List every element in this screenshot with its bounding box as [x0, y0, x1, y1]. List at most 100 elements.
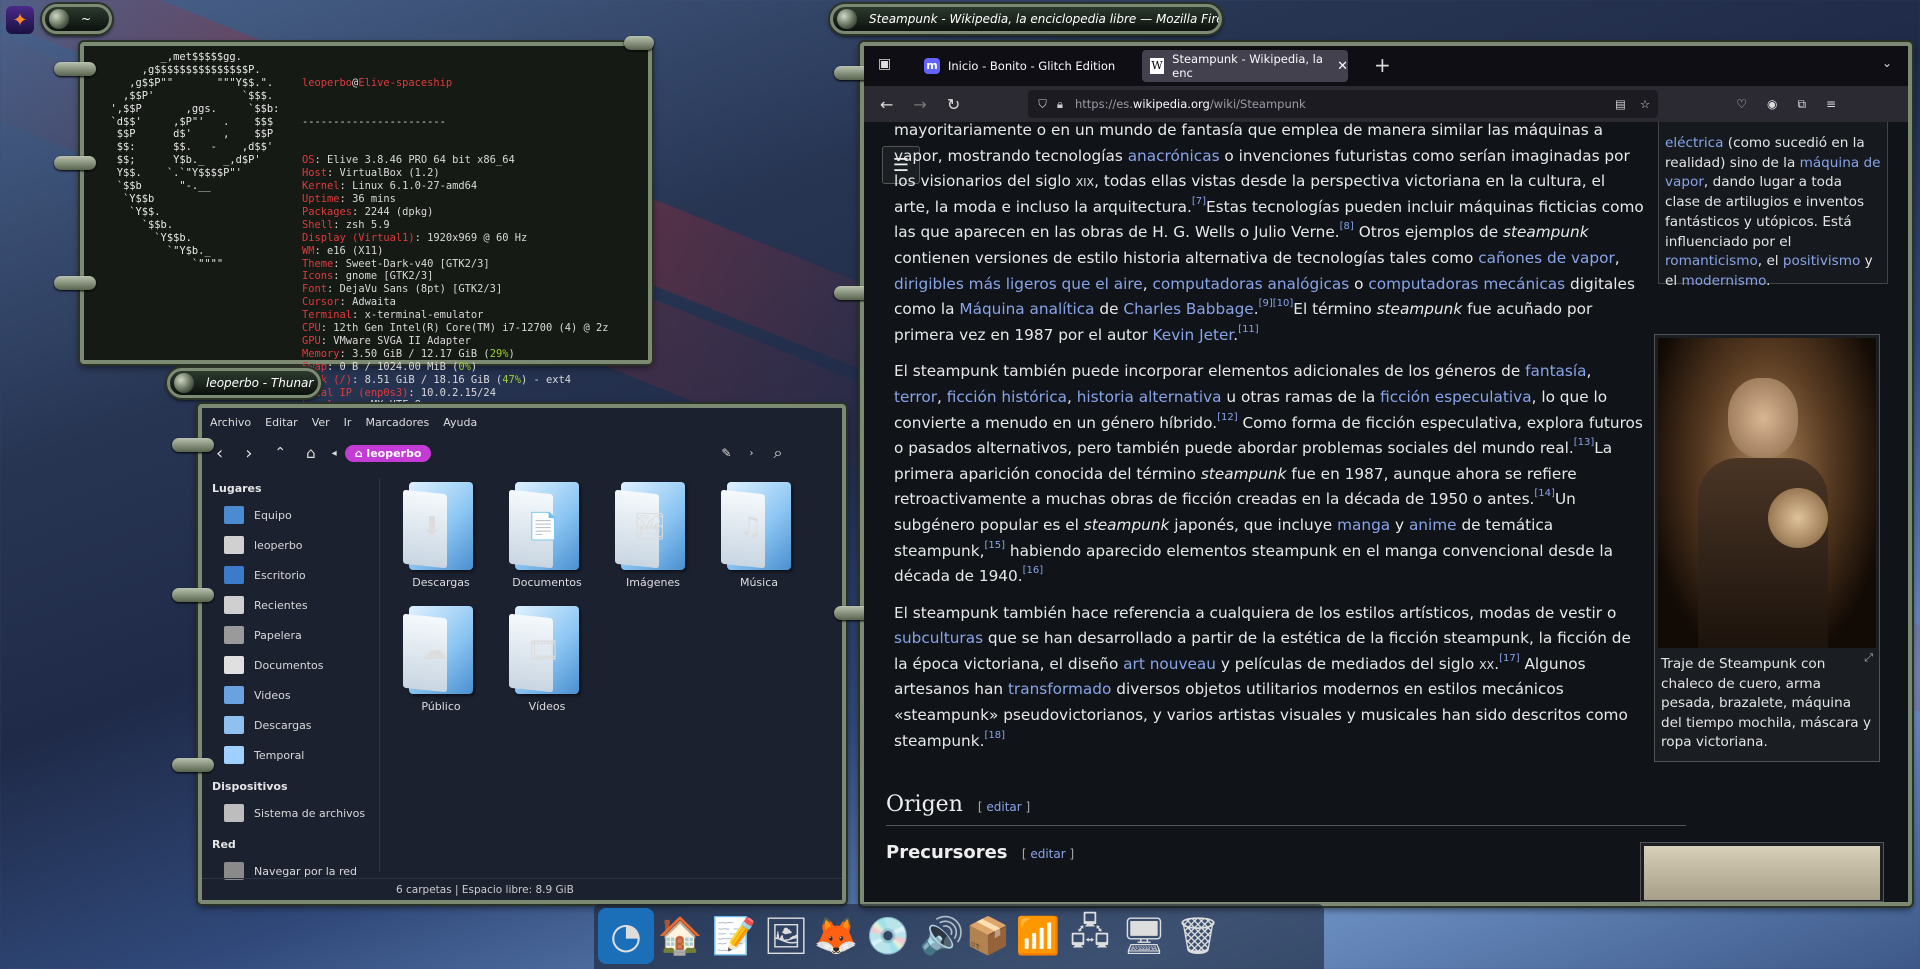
menu-editar[interactable]: Editar [265, 416, 298, 429]
link-manga[interactable]: manga [1337, 516, 1390, 534]
path-right-icon[interactable]: › [749, 448, 753, 459]
place-icon [224, 626, 244, 644]
link-kevin-jeter[interactable]: Kevin Jeter [1153, 326, 1234, 344]
sidebar-item-leoperbo[interactable]: leoperbo [202, 530, 379, 560]
trash-dock-icon[interactable]: 🗑 [1170, 908, 1226, 964]
steampunk-costume-image[interactable] [1658, 338, 1876, 648]
infobox-link[interactable]: positivismo [1783, 253, 1860, 269]
images-dock-icon[interactable]: 🖼 [758, 908, 814, 964]
link-historia-alternativa[interactable]: historia alternativa [1077, 388, 1222, 406]
link-maquina-analitica[interactable]: Máquina analítica [959, 300, 1094, 318]
elive-menu-icon[interactable]: ✦ [6, 6, 34, 34]
firefox-dock-icon[interactable]: 🦊 [808, 908, 864, 964]
forward-icon[interactable]: › [245, 443, 252, 464]
back-icon[interactable]: ← [880, 95, 893, 114]
place-icon [224, 716, 244, 734]
pocket-icon[interactable]: ♡ [1736, 97, 1747, 111]
back-icon[interactable]: ‹ [216, 443, 223, 464]
sidebar-item-descargas[interactable]: Descargas [202, 710, 379, 740]
close-tab-icon[interactable]: ✕ [1337, 59, 1348, 74]
elive-dock-icon[interactable]: ◔ [598, 908, 654, 964]
url-bar[interactable]: ⛉ 🔒︎ https://es. wikipedia.org/wiki/Steam… [1028, 90, 1659, 118]
list-tabs-icon[interactable]: ⌄ [1882, 56, 1892, 70]
link-transformado[interactable]: transformado [1008, 680, 1111, 698]
sidebar-item-recientes[interactable]: Recientes [202, 590, 379, 620]
firefox-title-bar[interactable]: Steampunk - Wikipedia, la enciclopedia l… [830, 4, 1222, 34]
terminal-window[interactable]: _,met$$$$$gg. ,g$$$$$$$$$$$$$$$P. ,g$$P"… [54, 36, 654, 459]
edit-path-icon[interactable]: ✎ [721, 446, 731, 460]
new-tab-icon[interactable]: + [1374, 53, 1391, 77]
link-ficcion-historica[interactable]: ficción histórica [947, 388, 1067, 406]
infobox-link[interactable]: modernismo [1681, 273, 1766, 289]
network-dock-icon[interactable]: 🖧 [1062, 908, 1118, 964]
wifi-dock-icon[interactable]: 📶 [1010, 908, 1066, 964]
reader-view-icon[interactable]: ▤ [1615, 97, 1626, 111]
link-subculturas[interactable]: subculturas [894, 629, 983, 647]
account-icon[interactable]: ◉ [1767, 97, 1777, 111]
forward-icon[interactable]: → [913, 95, 926, 114]
computer-dock-icon[interactable]: 🖥 [1116, 908, 1172, 964]
extensions-icon[interactable]: ⧉ [1797, 97, 1806, 112]
desktop-mini-title[interactable]: ~ [42, 4, 112, 34]
tab-mastodon[interactable]: m Inicio - Bonito - Glitch Edition [914, 52, 1140, 80]
tracking-shield-icon[interactable]: ⛉ [1038, 97, 1047, 112]
thunar-window[interactable]: Archivo Editar Ver Ir Marcadores Ayuda ‹ › ⌃ … [172, 404, 846, 904]
link-anacronicas[interactable]: anacrónicas [1128, 147, 1220, 165]
link-charles-babbage[interactable]: Charles Babbage [1123, 300, 1253, 318]
sidebar-item-papelera[interactable]: Papelera [202, 620, 379, 650]
lock-icon[interactable]: 🔒︎ [1057, 97, 1063, 112]
menu-ver[interactable]: Ver [312, 416, 330, 429]
sidebar-item-equipo[interactable]: Equipo [202, 500, 379, 530]
path-left-icon[interactable]: ◂ [332, 448, 337, 459]
link-ficcion-especulativa[interactable]: ficción especulativa [1380, 388, 1532, 406]
menu-ayuda[interactable]: Ayuda [443, 416, 477, 429]
enlarge-icon[interactable]: ⤢ [1864, 651, 1873, 665]
link-dirigibles[interactable]: dirigibles más ligeros que el aire [894, 275, 1143, 293]
tab-overview-icon[interactable]: ▣ [878, 56, 891, 72]
menu-archivo[interactable]: Archivo [210, 416, 251, 429]
link-art-nouveau[interactable]: art nouveau [1123, 655, 1216, 673]
folder-imágenes[interactable]: 🏞 Imágenes [608, 482, 698, 589]
link-canones-de-vapor[interactable]: cañones de vapor [1478, 249, 1615, 267]
infobox-link[interactable]: romanticismo [1665, 253, 1758, 269]
precursores-image[interactable] [1644, 846, 1880, 900]
link-computadoras-analogicas[interactable]: computadoras analógicas [1152, 275, 1349, 293]
up-icon[interactable]: ⌃ [274, 445, 286, 461]
thunar-title-bar[interactable]: leoperbo - Thunar [167, 368, 321, 398]
folder-música[interactable]: ♫ Música [714, 482, 804, 589]
link-anime[interactable]: anime [1409, 516, 1457, 534]
edit-precursores-link[interactable]: editar [1030, 847, 1065, 861]
editor-dock-icon[interactable]: 📝 [706, 908, 762, 964]
folder-público[interactable]: ☁ Público [396, 606, 486, 713]
link-terror[interactable]: terror [894, 388, 937, 406]
edit-origen-link[interactable]: editar [986, 800, 1021, 814]
media-dock-icon[interactable]: 💿 [860, 908, 916, 964]
folder-descargas[interactable]: ⬇ Descargas [396, 482, 486, 589]
link-computadoras-mecanicas[interactable]: computadoras mecánicas [1368, 275, 1565, 293]
folder-documentos[interactable]: 📄 Documentos [502, 482, 592, 589]
folder-vídeos[interactable]: 🎞 Vídeos [502, 606, 592, 713]
sidebar-item-temporal[interactable]: Temporal [202, 740, 379, 770]
sidebar-item-escritorio[interactable]: Escritorio [202, 560, 379, 590]
sidebar-item-videos[interactable]: Videos [202, 680, 379, 710]
tab-wikipedia[interactable]: W Steampunk - Wikipedia, la enc ✕ [1142, 50, 1348, 82]
path-button-home[interactable]: ⌂ leoperbo [344, 444, 432, 462]
reload-icon[interactable]: ↻ [947, 95, 960, 114]
link-fantasia[interactable]: fantasía [1525, 362, 1586, 380]
sidebar-item-documentos[interactable]: Documentos [202, 650, 379, 680]
bookmark-star-icon[interactable]: ☆ [1640, 97, 1650, 111]
firefox-window[interactable]: ▣ m Inicio - Bonito - Glitch Edition W S… [834, 42, 1912, 906]
menu-icon[interactable]: ≡ [1826, 97, 1836, 111]
menu-marcadores[interactable]: Marcadores [365, 416, 429, 429]
home-dock-icon[interactable]: 🏠 [652, 908, 708, 964]
sysinfo-line: WM: e16 (X11) [302, 244, 384, 257]
folder-icon: 📄 [515, 482, 579, 570]
sidebar-item-sistema-de-archivos[interactable]: Sistema de archivos [202, 798, 379, 828]
search-icon[interactable]: ⌕ [773, 443, 782, 463]
menu-ir[interactable]: Ir [344, 416, 352, 429]
sysinfo-line: Uptime: 36 mins [302, 192, 396, 205]
sysinfo-line: Cursor: Adwaita [302, 296, 396, 309]
infobox-link[interactable]: eléctrica [1665, 135, 1723, 151]
installer-dock-icon[interactable]: 📦 [960, 908, 1016, 964]
home-icon[interactable]: ⌂ [306, 444, 316, 462]
